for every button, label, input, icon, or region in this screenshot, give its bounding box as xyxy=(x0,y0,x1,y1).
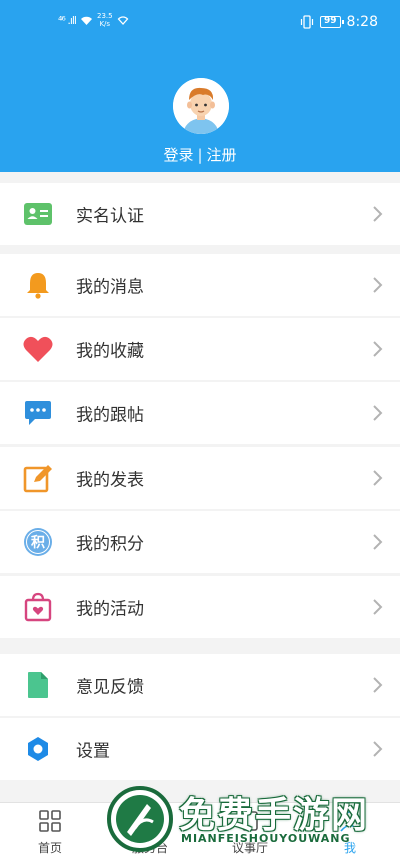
menu-item-label: 我的活动 xyxy=(76,599,144,620)
chevron-right-icon xyxy=(373,341,383,357)
auth-links: 登录 | 注册 xyxy=(0,144,400,165)
chevron-right-icon xyxy=(373,470,383,486)
network-speed-unit: K/s xyxy=(99,20,111,28)
vibrate-icon xyxy=(300,15,314,29)
menu-item-label: 我的跟帖 xyxy=(76,405,144,426)
nav-me[interactable]: 我 xyxy=(300,807,400,855)
menu-item-label: 设置 xyxy=(76,741,110,762)
clock: 8:28 xyxy=(346,14,378,30)
profile-header: ⁴⁶ .ıll 23.5 K/s 99 8:28 登录 | 注册 xyxy=(0,0,400,172)
person-icon xyxy=(340,811,360,832)
chevron-right-icon xyxy=(373,405,383,421)
menu-item-label: 我的积分 xyxy=(76,534,144,555)
menu-item-label: 意见反馈 xyxy=(76,677,144,698)
edit-icon xyxy=(23,463,53,493)
nav-service[interactable]: 服务台 xyxy=(100,807,200,855)
menu-item-feedback[interactable]: 意见反馈 xyxy=(0,654,400,716)
status-right: 99 8:28 xyxy=(300,14,378,30)
heart-icon xyxy=(23,334,53,364)
chevron-right-icon xyxy=(373,534,383,550)
nav-service-label: 服务台 xyxy=(131,841,168,855)
menu-item-verify[interactable]: 实名认证 xyxy=(0,183,400,245)
nav-hall-label: 议事厅 xyxy=(231,841,268,855)
network-speed: 23.5 K/s xyxy=(97,12,113,28)
bell-icon xyxy=(23,270,53,300)
menu-item-settings[interactable]: 设置 xyxy=(0,718,400,780)
points-icon: 积 xyxy=(23,527,53,557)
signal-icon: ⁴⁶ .ıll xyxy=(58,13,77,27)
nav-hall[interactable]: 议事厅 xyxy=(200,807,300,855)
nav-me-label: 我 xyxy=(343,841,356,855)
status-bar: ⁴⁶ .ıll 23.5 K/s 99 8:28 xyxy=(0,0,400,46)
wifi-icon xyxy=(80,16,92,25)
chevron-right-icon xyxy=(373,677,383,693)
hotspot-icon xyxy=(117,16,128,25)
points-icon-glyph: 积 xyxy=(31,535,45,551)
avatar-icon xyxy=(173,78,229,134)
register-link[interactable]: 注册 xyxy=(207,146,237,164)
network-speed-value: 23.5 xyxy=(96,12,113,20)
bottom-nav: 首页 服务台 议事厅 我 xyxy=(0,802,400,855)
gear-icon xyxy=(23,734,53,764)
service-icon xyxy=(140,813,160,830)
chat-bubble-icon xyxy=(23,398,53,428)
menu-item-label: 我的发表 xyxy=(76,470,144,491)
menu-item-posts[interactable]: 我的发表 xyxy=(0,447,400,509)
menu-item-replies[interactable]: 我的跟帖 xyxy=(0,382,400,444)
chevron-right-icon xyxy=(373,741,383,757)
menu-item-points[interactable]: 积 我的积分 xyxy=(0,511,400,573)
nav-home-label: 首页 xyxy=(37,841,62,855)
chevron-right-icon xyxy=(373,277,383,293)
nav-home[interactable]: 首页 xyxy=(0,807,100,855)
chevron-right-icon xyxy=(373,206,383,222)
status-left: ⁴⁶ .ıll 23.5 K/s xyxy=(58,12,129,28)
login-link[interactable]: 登录 xyxy=(163,146,193,164)
shopping-bag-icon xyxy=(23,592,53,622)
menu-item-label: 我的收藏 xyxy=(76,341,144,362)
avatar[interactable] xyxy=(173,78,229,134)
battery-icon: 99 xyxy=(320,16,344,28)
menu-item-activities[interactable]: 我的活动 xyxy=(0,576,400,638)
hall-icon xyxy=(242,811,258,831)
menu-item-favorites[interactable]: 我的收藏 xyxy=(0,318,400,380)
auth-separator: | xyxy=(197,146,203,164)
id-card-icon xyxy=(23,199,53,229)
document-icon xyxy=(23,670,53,700)
menu-item-label: 实名认证 xyxy=(76,206,144,227)
menu-item-messages[interactable]: 我的消息 xyxy=(0,254,400,316)
chevron-right-icon xyxy=(373,599,383,615)
grid-icon xyxy=(39,810,61,832)
menu-item-label: 我的消息 xyxy=(76,277,144,298)
